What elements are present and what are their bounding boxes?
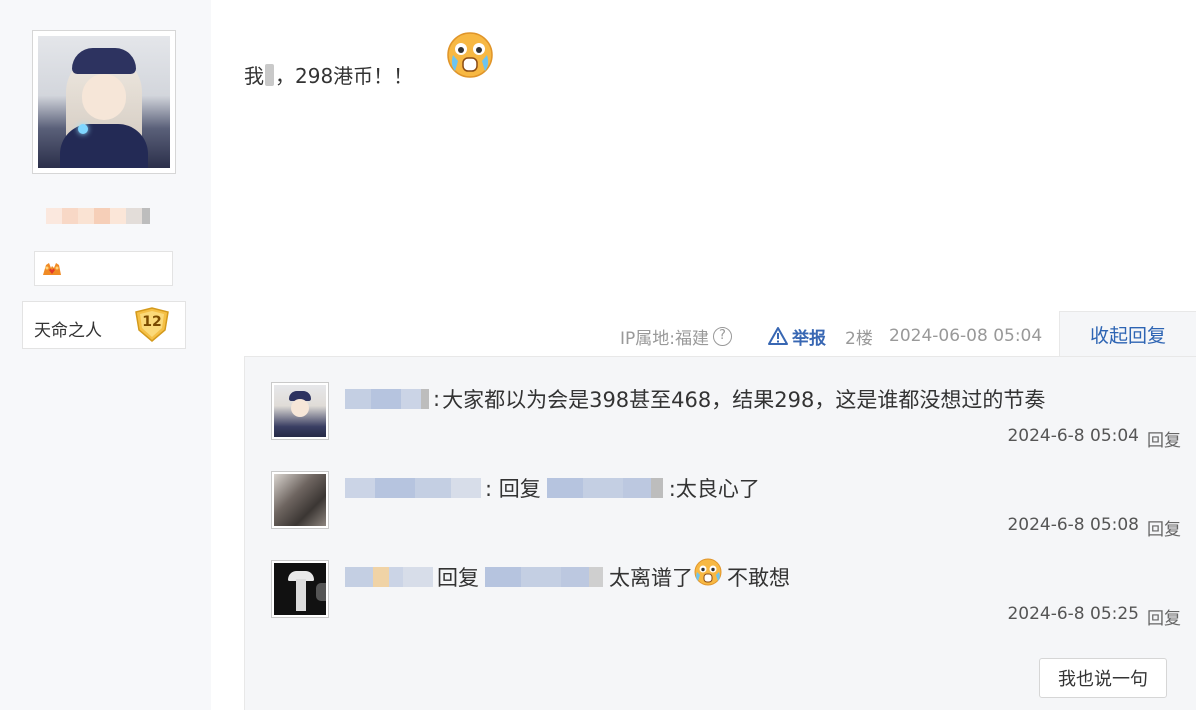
anime-girl-avatar-image xyxy=(38,36,170,168)
reply-time: 2024-6-8 05:08 xyxy=(1007,515,1139,535)
reply-meta: 2024-6-8 05:25 回复 xyxy=(1007,604,1181,629)
reply-prefix: : xyxy=(433,387,441,411)
heart-hands-icon xyxy=(43,263,61,275)
reply-prefix: 回复 xyxy=(437,566,479,590)
report-label: 举报 xyxy=(792,328,826,349)
member-level[interactable]: 天命之人 12 xyxy=(22,301,186,349)
reply-content: 回复 太离谱了 不敢想 xyxy=(345,558,790,592)
reply-button[interactable]: 回复 xyxy=(1147,515,1181,540)
mentioned-user-redacted[interactable] xyxy=(485,567,603,587)
level-title: 天命之人 xyxy=(34,321,102,341)
floor-number: 2楼 xyxy=(845,328,873,349)
reply-time: 2024-6-8 05:25 xyxy=(1007,604,1139,624)
level-shield-icon: 12 xyxy=(133,306,171,344)
warning-icon xyxy=(768,327,788,345)
reply-username-redacted[interactable] xyxy=(345,478,481,498)
reply-button[interactable]: 回复 xyxy=(1147,426,1181,451)
reply-button[interactable]: 回复 xyxy=(1147,604,1181,629)
post-text-end: ，298港币！！ xyxy=(275,64,414,88)
author-username-redacted[interactable] xyxy=(46,208,150,224)
reply-time: 2024-6-8 05:04 xyxy=(1007,426,1139,446)
reply-meta: 2024-6-8 05:08 回复 xyxy=(1007,515,1181,540)
reply-meta: 2024-6-8 05:04 回复 xyxy=(1007,426,1181,451)
reply-content: : 大家都以为会是398甚至468，结果298，这是谁都没想过的节奏 xyxy=(345,384,1045,414)
reply-prefix: : 回复 xyxy=(485,477,541,501)
reply-text: :太良心了 xyxy=(668,477,760,501)
reply-username-redacted[interactable] xyxy=(345,389,429,409)
crying-shocked-emoji-icon xyxy=(447,32,493,78)
reply-text: 太离谱了 xyxy=(609,566,693,590)
reply-text: 大家都以为会是398甚至468，结果298，这是谁都没想过的节奏 xyxy=(442,388,1046,412)
reply-avatar[interactable] xyxy=(271,560,329,618)
ip-label: IP属地:福建 xyxy=(620,328,709,349)
post-text-start: 我 xyxy=(244,64,264,88)
reply-content: : 回复 :太良心了 xyxy=(345,473,760,503)
post-content: 我 ，298港币！！ xyxy=(244,60,413,89)
report-link[interactable]: 举报 xyxy=(767,322,826,350)
help-icon[interactable]: ? xyxy=(713,326,732,346)
reply-avatar[interactable] xyxy=(271,382,329,440)
add-comment-button[interactable]: 我也说一句 xyxy=(1039,658,1167,698)
mentioned-user-redacted[interactable] xyxy=(546,478,663,498)
level-number: 12 xyxy=(142,314,162,330)
author-sidebar: 天命之人 12 xyxy=(0,0,211,710)
post-floor: 天命之人 12 我 ，298港币！！ IP属地:福建 ? 举报 2楼 2024-… xyxy=(0,0,1196,710)
collapse-replies-button[interactable]: 收起回复 xyxy=(1059,311,1196,357)
post-time: 2024-06-08 05:04 xyxy=(889,326,1043,346)
reply-avatar[interactable] xyxy=(271,471,329,529)
author-avatar[interactable] xyxy=(32,30,176,174)
crying-shocked-emoji-icon xyxy=(694,558,722,586)
reply-username-redacted[interactable] xyxy=(345,567,433,587)
fan-badge[interactable] xyxy=(34,251,173,286)
redacted-char xyxy=(265,63,274,86)
reply-panel: : 大家都以为会是398甚至468，结果298，这是谁都没想过的节奏 2024-… xyxy=(244,356,1196,710)
reply-text-after: 不敢想 xyxy=(727,566,790,590)
ip-location: IP属地:福建 ? xyxy=(620,322,732,350)
